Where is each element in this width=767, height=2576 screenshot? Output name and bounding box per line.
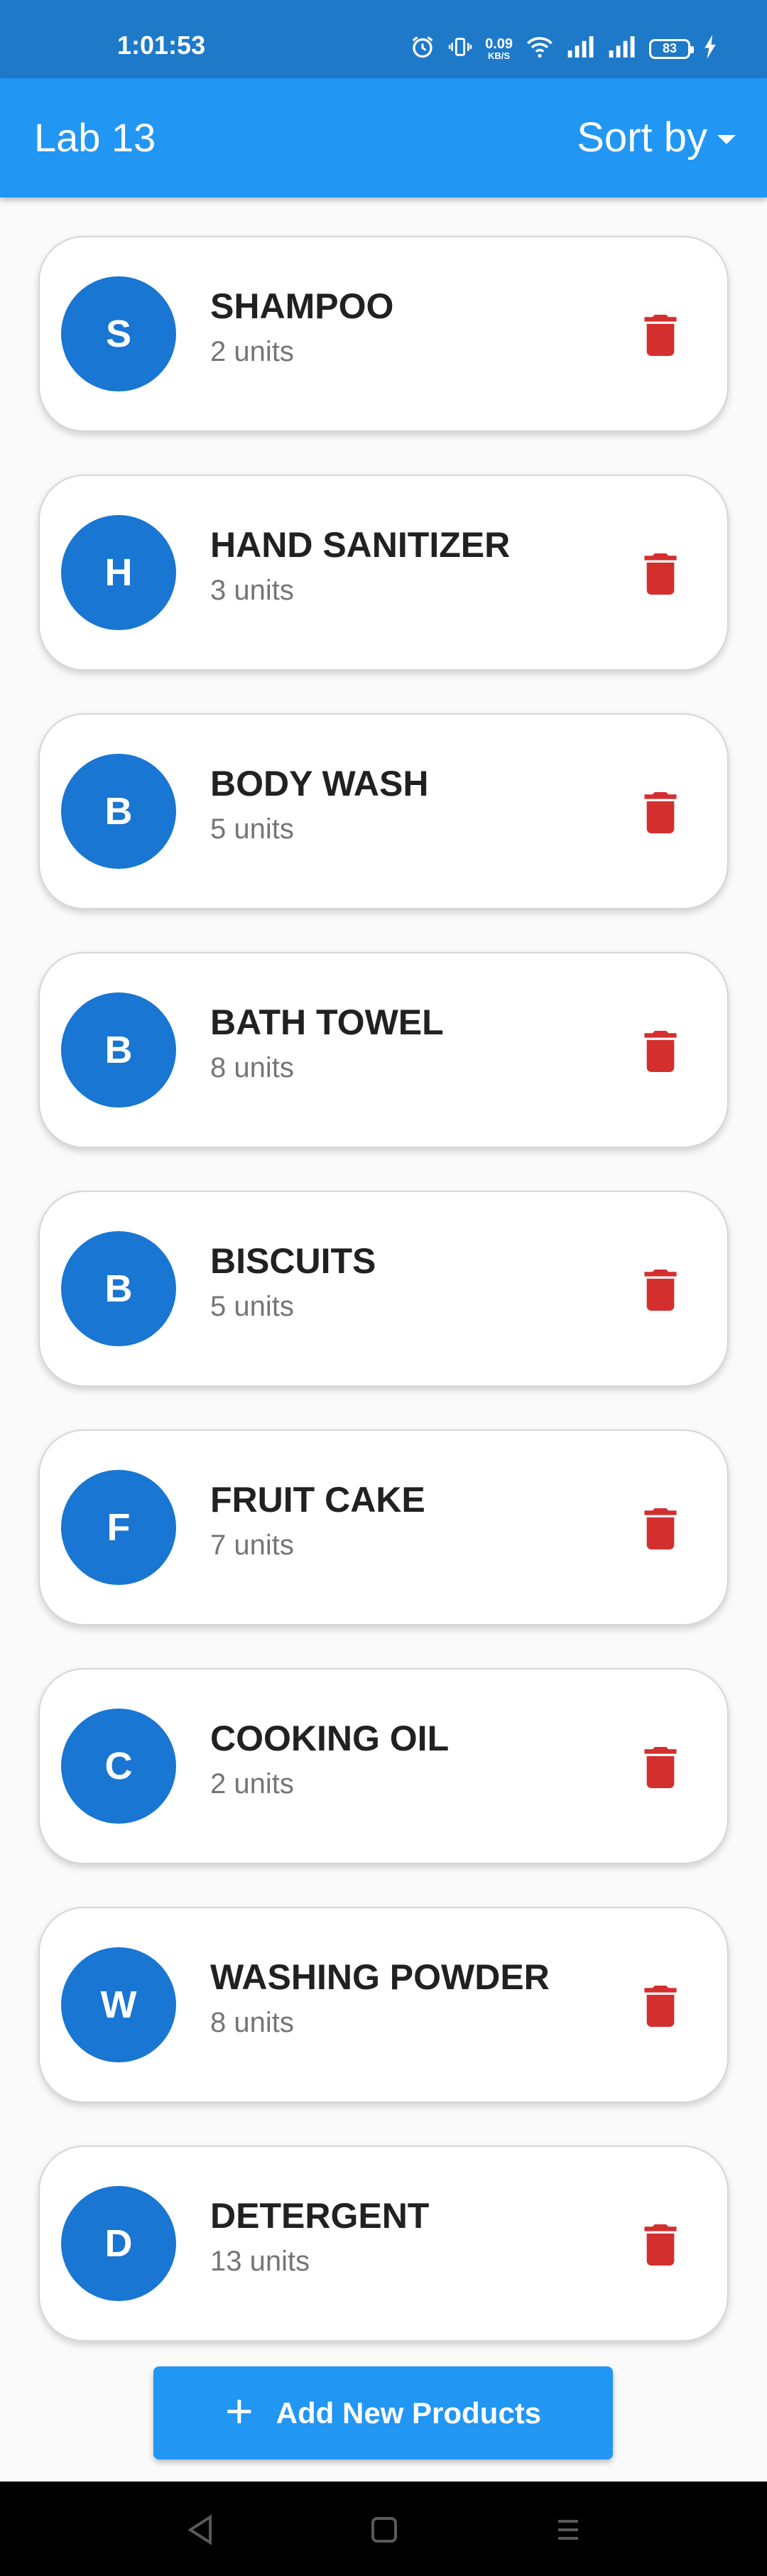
trash-icon (644, 792, 677, 833)
product-units: 2 units (210, 1768, 294, 1800)
product-card[interactable]: S SHAMPOO 2 units (38, 236, 729, 432)
add-new-products-button[interactable]: + Add New Products (153, 2366, 613, 2459)
product-name: HAND SANITIZER (210, 525, 511, 565)
signal-icon (567, 36, 595, 61)
product-card[interactable]: C COOKING OIL 2 units (38, 1668, 729, 1864)
product-name: FRUIT CAKE (210, 1480, 425, 1520)
avatar: S (61, 276, 176, 391)
product-card[interactable]: B BISCUITS 5 units (38, 1191, 729, 1387)
avatar: H (61, 515, 176, 630)
product-units: 2 units (210, 336, 294, 367)
status-bar: 1:01:53 0.09 KB/S 83 (0, 0, 767, 78)
product-name: WASHING POWDER (210, 1957, 550, 1997)
product-info: SHAMPOO 2 units (210, 286, 394, 368)
product-info: BISCUITS 5 units (210, 1241, 376, 1323)
product-card[interactable]: D DETERGENT 13 units (38, 2145, 729, 2342)
trash-icon (644, 315, 677, 356)
product-list: S SHAMPOO 2 units H HAND SANITIZER 3 uni… (38, 236, 729, 2384)
alarm-icon (410, 34, 435, 63)
product-card[interactable]: H HAND SANITIZER 3 units (38, 475, 729, 671)
trash-icon (644, 2224, 677, 2266)
trash-icon (644, 1986, 677, 2027)
product-units: 3 units (210, 575, 294, 606)
page-title: Lab 13 (34, 115, 156, 160)
net-speed-value: 0.09 (485, 36, 513, 52)
product-card[interactable]: B BATH TOWEL 8 units (38, 952, 729, 1148)
sort-by-label: Sort by (577, 114, 707, 161)
trash-icon (644, 1031, 677, 1072)
avatar: C (61, 1709, 176, 1824)
battery-level: 83 (662, 41, 678, 55)
delete-button[interactable] (636, 1027, 685, 1076)
product-name: BODY WASH (210, 764, 429, 803)
product-info: HAND SANITIZER 3 units (210, 525, 511, 607)
delete-button[interactable] (636, 1982, 685, 2030)
delete-button[interactable] (636, 1266, 685, 1314)
product-info: DETERGENT 13 units (210, 2196, 430, 2278)
product-name: SHAMPOO (210, 286, 394, 326)
trash-icon (644, 1747, 677, 1788)
product-name: DETERGENT (210, 2196, 430, 2236)
add-new-products-label: Add New Products (276, 2396, 542, 2430)
product-card[interactable]: B BODY WASH 5 units (38, 713, 729, 909)
vibrate-icon (448, 35, 472, 63)
product-units: 8 units (210, 1052, 294, 1083)
delete-button[interactable] (636, 311, 685, 359)
delete-button[interactable] (636, 2221, 685, 2269)
trash-icon (644, 1508, 677, 1549)
net-speed: 0.09 KB/S (485, 37, 513, 60)
avatar: B (61, 754, 176, 869)
trash-icon (644, 553, 677, 595)
delete-button[interactable] (636, 1505, 685, 1553)
product-info: COOKING OIL 2 units (210, 1719, 449, 1800)
nav-recents-button[interactable] (548, 2510, 588, 2550)
avatar: B (61, 1231, 176, 1346)
product-units: 8 units (210, 2007, 294, 2038)
status-time: 1:01:53 (117, 31, 206, 60)
caret-down-icon (717, 135, 736, 144)
product-units: 7 units (210, 1530, 294, 1561)
trash-icon (644, 1270, 677, 1311)
product-info: FRUIT CAKE 7 units (210, 1480, 425, 1562)
wifi-icon (526, 35, 554, 63)
system-nav-bar (0, 2482, 767, 2576)
product-info: WASHING POWDER 8 units (210, 1957, 550, 2039)
delete-button[interactable] (636, 550, 685, 598)
app-bar: Lab 13 Sort by (0, 78, 767, 197)
product-name: BATH TOWEL (210, 1002, 444, 1042)
product-info: BODY WASH 5 units (210, 764, 428, 845)
avatar: W (61, 1947, 176, 2062)
product-units: 5 units (210, 1291, 294, 1322)
net-speed-unit: KB/S (488, 50, 511, 61)
square-home-icon (371, 2517, 397, 2543)
menu-lines-icon (558, 2520, 578, 2540)
avatar: D (61, 2186, 176, 2301)
charging-icon (703, 35, 717, 63)
product-units: 13 units (210, 2246, 310, 2277)
product-units: 5 units (210, 813, 294, 845)
delete-button[interactable] (636, 789, 685, 837)
avatar: B (61, 992, 176, 1108)
nav-home-button[interactable] (364, 2510, 404, 2550)
product-name: COOKING OIL (210, 1719, 450, 1758)
plus-icon: + (224, 2383, 254, 2438)
product-card[interactable]: W WASHING POWDER 8 units (38, 1907, 729, 2103)
delete-button[interactable] (636, 1743, 685, 1792)
product-name: BISCUITS (210, 1241, 376, 1281)
signal-icon-2 (608, 36, 636, 61)
product-info: BATH TOWEL 8 units (210, 1002, 444, 1084)
battery-icon: 83 (649, 38, 694, 59)
sort-by-dropdown[interactable]: Sort by (577, 114, 736, 161)
status-icons: 0.09 KB/S 83 (410, 34, 717, 63)
triangle-back-icon (187, 2514, 212, 2545)
nav-back-button[interactable] (180, 2510, 220, 2550)
avatar: F (61, 1470, 176, 1585)
product-card[interactable]: F FRUIT CAKE 7 units (38, 1429, 729, 1625)
